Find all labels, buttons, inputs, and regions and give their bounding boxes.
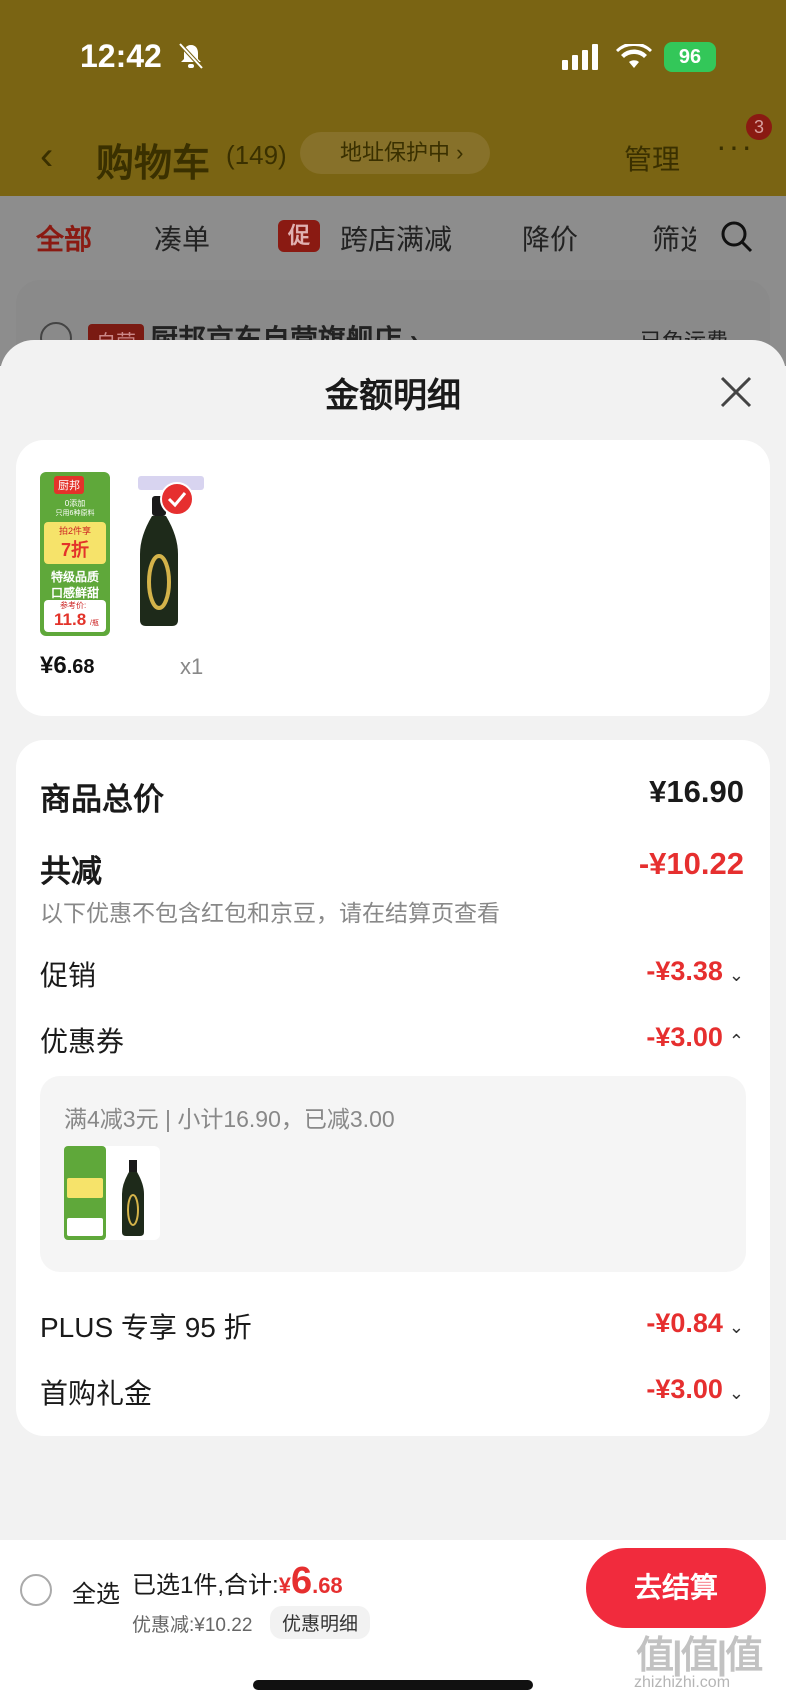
tab-price-drop[interactable]: 降价 [522,218,578,258]
home-indicator [253,1680,533,1690]
product-price: ¥6.68 [40,652,95,680]
detail-button[interactable]: 优惠明细 [270,1606,371,1639]
coupon-label: 优惠券 [40,1026,125,1057]
total-symbol: ¥ [278,1573,291,1598]
signal-icon [562,44,602,75]
status-bar: 12:42 96 [0,0,786,120]
tab-cross-store[interactable]: 跨店满减 [340,218,452,258]
total-decimal: .68 [312,1573,343,1598]
mute-bell-icon [178,42,204,75]
total-main: 6 [290,1560,313,1602]
search-icon[interactable] [720,220,754,259]
first-purchase-value: -¥3.00 [646,1374,723,1404]
manage-button[interactable]: 管理 [624,138,680,178]
product-ref-unit: /瓶 [90,620,99,627]
nav-bar: ‹ 购物车 (149) 地址保护中 › 管理 ··· 3 [0,114,786,196]
tab-all[interactable]: 全部 [36,218,92,258]
coupon-value: -¥3.00 [646,1022,723,1052]
total-label: 商品总价 [40,782,164,817]
wifi-icon [616,42,652,75]
chevron-up-icon: ⌃ [728,1031,744,1052]
battery-indicator: 96 [664,42,716,72]
plus-value: -¥0.84 [646,1308,723,1338]
promo-row-value[interactable]: -¥3.38 ⌄ [646,956,744,987]
product-line2: 只用6种原料 [55,510,95,517]
back-icon[interactable]: ‹ [40,134,53,179]
total-value: ¥16.90 [649,774,744,809]
product-ref-price: 11.8 [54,610,87,629]
product-price-main: ¥6 [40,652,67,679]
product-image[interactable]: 厨邦 0添加 只用6种原料 拍2件享 7折 特级品质 口感鲜甜 参考价: 11.… [40,472,210,636]
status-time: 12:42 [80,38,162,74]
footer-discount: 优惠减:¥10.22 [132,1615,253,1636]
product-brand: 厨邦 [54,476,84,494]
select-all-label[interactable]: 全选 [72,1574,120,1609]
coupon-row-value[interactable]: -¥3.00 ⌃ [646,1022,744,1053]
coupon-product-thumb [64,1146,160,1240]
more-badge: 3 [746,114,772,140]
watermark-url: zhizhizhi.com [634,1674,731,1691]
product-price-decimal: .68 [66,656,95,678]
promo-label: 促销 [40,960,97,991]
nav-title: 购物车 [96,143,211,185]
sheet-title: 金额明细 [325,377,461,415]
first-purchase-row-value[interactable]: -¥3.00 ⌄ [646,1374,744,1405]
battery-level: 96 [678,46,702,68]
checkout-button[interactable]: 去结算 [586,1548,766,1628]
product-quality2: 口感鲜甜 [50,586,99,600]
tab-combine[interactable]: 凑单 [154,218,210,258]
promo-badge: 促 [278,220,320,252]
chevron-down-icon: ⌄ [728,1383,744,1404]
discount-label: 共减 [40,854,102,889]
select-all-radio[interactable] [20,1574,52,1606]
close-icon[interactable] [718,374,754,415]
watermark-logo: 值|值|值 [636,1635,763,1677]
tab-filter[interactable]: 筛选 [652,218,696,258]
address-badge-label: 地址保护中 › [340,140,464,165]
chevron-down-icon: ⌄ [728,1317,744,1338]
cart-count: (149) [226,140,287,170]
coupon-detail-text: 满4减3元 | 小计16.90，已减3.00 [64,1106,395,1132]
first-purchase-label: 首购礼金 [40,1378,153,1409]
selected-summary: 已选1件,合计:¥6.68 [132,1560,343,1603]
product-discount: 7折 [60,540,89,560]
selected-text: 已选1件,合计: [132,1572,279,1599]
chevron-down-icon: ⌄ [728,965,744,986]
discount-value: -¥10.22 [638,846,744,881]
product-qty: x1 [180,654,204,679]
checked-icon [160,482,194,521]
plus-row-value[interactable]: -¥0.84 ⌄ [646,1308,744,1339]
filter-tabs: 全部 凑单 促 跨店满减 降价 筛选 [0,196,786,276]
plus-label: PLUS 专享 95 折 [40,1312,252,1343]
product-quality1: 特级品质 [50,570,99,584]
address-protect-badge[interactable]: 地址保护中 › [300,132,490,174]
promo-value: -¥3.38 [646,956,723,986]
discount-note: 以下优惠不包含红包和京豆，请在结算页查看 [40,900,500,926]
